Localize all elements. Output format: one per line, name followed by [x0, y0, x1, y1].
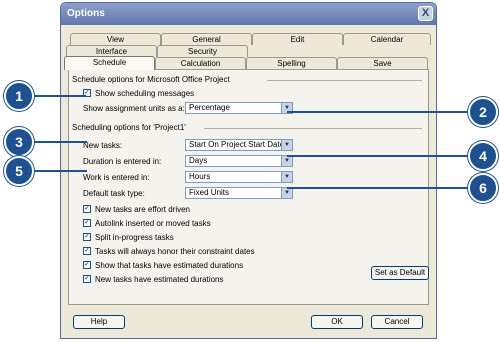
task-type-label: Default task type:: [83, 189, 145, 198]
work-label: Work is entered in:: [83, 173, 150, 182]
effort-driven-label: New tasks are effort driven: [95, 205, 191, 214]
assignment-units-label: Show assignment units as a:: [83, 104, 185, 113]
title-bar: Options X: [61, 3, 436, 25]
callout-6-leader: [287, 187, 470, 189]
tab-security[interactable]: Security: [157, 45, 248, 57]
tab-view[interactable]: View: [70, 33, 161, 45]
honor-constraints-label: Tasks will always honor their constraint…: [95, 247, 255, 256]
new-tasks-label: New tasks:: [83, 141, 123, 150]
new-tasks-value: Start On Project Start Date: [189, 140, 285, 149]
tab-spelling[interactable]: Spelling: [246, 57, 337, 69]
show-estimated-checkbox[interactable]: ✓: [83, 261, 91, 269]
split-tasks-label: Split in-progress tasks: [95, 233, 174, 242]
section2-divider: [204, 128, 422, 129]
ok-button[interactable]: OK: [311, 315, 363, 329]
tab-calculation[interactable]: Calculation: [155, 57, 246, 69]
set-as-default-button[interactable]: Set as Default: [371, 266, 429, 280]
dropdown-arrow-icon[interactable]: ▼: [281, 172, 292, 182]
show-messages-label: Show scheduling messages: [95, 89, 195, 98]
options-dialog: Options X View General Edit Calendar Int…: [60, 2, 437, 339]
callout-1: 1: [4, 81, 34, 111]
help-button[interactable]: Help: [73, 315, 125, 329]
show-estimated-label: Show that tasks have estimated durations: [95, 261, 244, 270]
new-tasks-select[interactable]: Start On Project Start Date ▼: [185, 139, 293, 151]
section1-title: Schedule options for Microsoft Office Pr…: [72, 75, 230, 84]
duration-value: Days: [189, 156, 208, 165]
new-estimated-label: New tasks have estimated durations: [95, 275, 224, 284]
callout-5-leader: [30, 170, 87, 172]
autolink-checkbox[interactable]: ✓: [83, 219, 91, 227]
new-estimated-checkbox[interactable]: ✓: [83, 275, 91, 283]
tab-calendar[interactable]: Calendar: [343, 33, 431, 45]
assignment-units-value: Percentage: [189, 103, 230, 112]
dropdown-arrow-icon[interactable]: ▼: [281, 140, 292, 150]
task-type-select[interactable]: Fixed Units ▼: [185, 187, 293, 199]
duration-label: Duration is entered in:: [83, 157, 162, 166]
assignment-units-select[interactable]: Percentage ▼: [185, 102, 293, 114]
work-value: Hours: [189, 172, 211, 181]
tab-schedule[interactable]: Schedule: [64, 56, 155, 70]
dropdown-arrow-icon[interactable]: ▼: [281, 188, 292, 198]
tab-save[interactable]: Save: [337, 57, 428, 69]
section1-divider: [267, 80, 422, 81]
close-button[interactable]: X: [418, 6, 433, 21]
callout-3: 3: [4, 127, 34, 157]
callout-4: 4: [468, 141, 498, 171]
callout-3-leader: [30, 141, 87, 143]
cancel-button[interactable]: Cancel: [371, 315, 423, 329]
effort-driven-checkbox[interactable]: ✓: [83, 205, 91, 213]
callout-4-leader: [287, 155, 470, 157]
callout-5: 5: [4, 156, 34, 186]
tab-general[interactable]: General: [161, 33, 252, 45]
split-tasks-checkbox[interactable]: ✓: [83, 233, 91, 241]
callout-6: 6: [468, 173, 498, 203]
task-type-value: Fixed Units: [189, 188, 230, 197]
callout-2: 2: [468, 97, 498, 127]
callout-1-leader: [30, 95, 86, 97]
work-select[interactable]: Hours ▼: [185, 171, 293, 183]
duration-select[interactable]: Days ▼: [185, 155, 293, 167]
callout-2-leader: [287, 111, 470, 113]
autolink-label: Autolink inserted or moved tasks: [95, 219, 211, 228]
dialog-title: Options: [67, 8, 105, 19]
tab-edit[interactable]: Edit: [252, 33, 343, 45]
honor-constraints-checkbox[interactable]: ✓: [83, 247, 91, 255]
dropdown-arrow-icon[interactable]: ▼: [281, 156, 292, 166]
section2-title: Scheduling options for 'Project1': [72, 123, 186, 132]
